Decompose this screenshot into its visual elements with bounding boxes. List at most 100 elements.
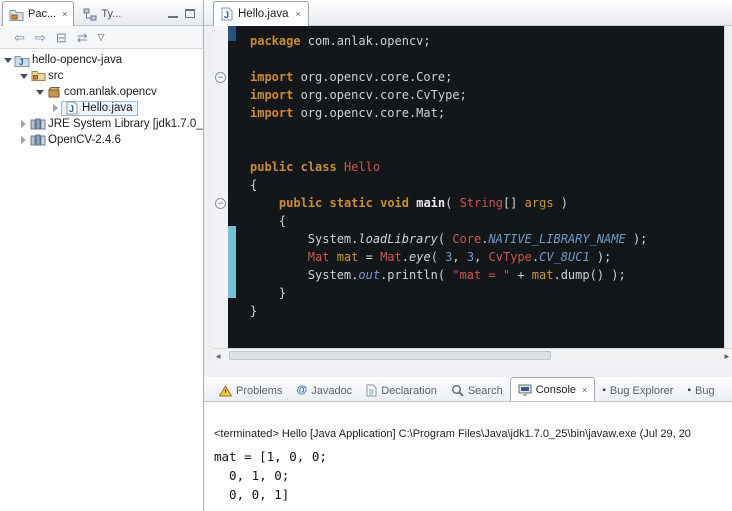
tab-label: Bug bbox=[695, 385, 715, 397]
tree-item-label: hello-opencv-java bbox=[31, 54, 122, 66]
declaration-icon bbox=[366, 384, 377, 397]
project-tree[interactable]: J hello-opencv-java src bbox=[0, 49, 203, 511]
expander-collapsed-icon[interactable] bbox=[18, 120, 29, 128]
tab-javadoc[interactable]: @ Javadoc bbox=[289, 380, 359, 401]
tree-item-package[interactable]: com.anlak.opencv bbox=[0, 84, 203, 100]
link-with-editor-button[interactable]: ⇄ bbox=[77, 31, 88, 44]
editor-horizontal-scrollbar[interactable]: ◂ ▸ bbox=[213, 348, 732, 362]
tree-item-label: Hello.java bbox=[81, 102, 133, 114]
code-line: System.out.println( "mat = " + mat.dump(… bbox=[250, 266, 724, 284]
tab-type-hierarchy[interactable]: Ty... bbox=[76, 2, 128, 25]
package-explorer-panel: Pac... × Ty... ⇦ ⇨ ⊟ ⇄ ▽ bbox=[0, 0, 204, 511]
code-line: public class Hello bbox=[250, 158, 724, 176]
tab-label: Javadoc bbox=[311, 385, 352, 397]
code-line: System.loadLibrary( Core.NATIVE_LIBRARY_… bbox=[250, 230, 724, 248]
fold-collapse-icon[interactable]: − bbox=[215, 198, 226, 209]
tree-item-label: JRE System Library [jdk1.7.0_25] bbox=[47, 118, 203, 130]
scrollbar-thumb[interactable] bbox=[229, 351, 551, 360]
editor-tabbar: J Hello.java × bbox=[204, 0, 732, 26]
tab-package-explorer[interactable]: Pac... × bbox=[2, 1, 74, 26]
editor-annotation-ruler[interactable]: −− bbox=[213, 26, 228, 348]
tab-bug-explorer[interactable]: ▪ Bug Explorer bbox=[595, 380, 680, 401]
expander-expanded-icon[interactable] bbox=[2, 58, 13, 63]
console-output-line: mat = [1, 0, 0; bbox=[214, 447, 732, 466]
console-view[interactable]: <terminated> Hello [Java Application] C:… bbox=[204, 402, 732, 511]
tree-item-src[interactable]: src bbox=[0, 68, 203, 84]
tab-label: Search bbox=[468, 385, 503, 397]
java-project-icon: J bbox=[13, 54, 31, 67]
overview-ruler[interactable] bbox=[724, 26, 732, 348]
range-indicator-method bbox=[228, 226, 236, 298]
tab-bug[interactable]: ▪ Bug bbox=[680, 380, 721, 401]
package-icon bbox=[45, 86, 63, 98]
selected-item-box[interactable]: J Hello.java bbox=[61, 101, 138, 116]
tree-item-hello-java[interactable]: J Hello.java bbox=[0, 100, 203, 116]
tab-label: Pac... bbox=[28, 8, 56, 20]
svg-text:J: J bbox=[19, 58, 23, 67]
type-hierarchy-icon bbox=[83, 8, 97, 21]
view-menu-button[interactable]: ▽ bbox=[98, 33, 105, 42]
bug-icon: ▪ bbox=[602, 386, 606, 396]
editor-region: J Hello.java × −− package com.anlak.open… bbox=[204, 0, 732, 511]
tab-search[interactable]: Search bbox=[444, 380, 510, 401]
code-area[interactable]: package com.anlak.opencv; import org.open… bbox=[236, 26, 724, 348]
code-line bbox=[250, 50, 724, 68]
code-line: { bbox=[250, 176, 724, 194]
expander-expanded-icon[interactable] bbox=[34, 90, 45, 95]
tab-label: Problems bbox=[236, 385, 282, 397]
bottom-view-tabbar: Problems @ Javadoc Declaration bbox=[204, 377, 732, 402]
tree-item-label: OpenCV-2.4.6 bbox=[47, 134, 121, 146]
close-icon[interactable]: × bbox=[296, 9, 301, 19]
code-line bbox=[250, 122, 724, 140]
search-icon bbox=[451, 384, 464, 397]
range-indicator-top bbox=[228, 26, 236, 41]
forward-button[interactable]: ⇨ bbox=[35, 31, 46, 44]
bug-icon: ▪ bbox=[687, 386, 691, 396]
expander-collapsed-icon[interactable] bbox=[50, 104, 61, 112]
code-line bbox=[250, 140, 724, 158]
bottom-views-panel: Problems @ Javadoc Declaration bbox=[204, 377, 732, 511]
back-button[interactable]: ⇦ bbox=[14, 31, 25, 44]
code-line: } bbox=[250, 302, 724, 320]
maximize-button[interactable] bbox=[185, 9, 195, 18]
library-icon bbox=[29, 118, 47, 130]
fold-collapse-icon[interactable]: − bbox=[215, 72, 226, 83]
svg-text:J: J bbox=[224, 10, 229, 20]
code-line: Mat mat = Mat.eye( 3, 3, CvType.CV_8UC1 … bbox=[250, 248, 724, 266]
scroll-left-icon[interactable]: ◂ bbox=[216, 350, 221, 362]
close-icon[interactable]: × bbox=[62, 9, 67, 19]
tree-item-opencv-library[interactable]: OpenCV-2.4.6 bbox=[0, 132, 203, 148]
editor-tab-hello-java[interactable]: J Hello.java × bbox=[213, 1, 309, 26]
expander-expanded-icon[interactable] bbox=[18, 74, 29, 79]
code-line: public static void main( String[] args ) bbox=[250, 194, 724, 212]
code-line: import org.opencv.core.Mat; bbox=[250, 104, 724, 122]
code-line: package com.anlak.opencv; bbox=[250, 32, 724, 50]
left-view-tabbar: Pac... × Ty... bbox=[0, 0, 203, 26]
tab-declaration[interactable]: Declaration bbox=[359, 380, 444, 401]
editor-range-indicator-column bbox=[228, 26, 236, 348]
editor-tab-label: Hello.java bbox=[238, 8, 289, 20]
library-icon bbox=[29, 134, 47, 146]
tab-problems[interactable]: Problems bbox=[212, 380, 289, 401]
java-file-icon: J bbox=[63, 101, 81, 115]
code-line: } bbox=[250, 284, 724, 302]
close-icon[interactable]: × bbox=[582, 385, 587, 395]
console-output-line: 0, 0, 1] bbox=[214, 485, 732, 504]
package-explorer-icon bbox=[9, 8, 24, 21]
tab-label: Declaration bbox=[381, 385, 437, 397]
tree-item-label: src bbox=[47, 70, 63, 82]
expander-collapsed-icon[interactable] bbox=[18, 136, 29, 144]
collapse-all-button[interactable]: ⊟ bbox=[56, 31, 67, 44]
java-editor: −− package com.anlak.opencv;import org.o… bbox=[213, 26, 732, 362]
minimize-button[interactable] bbox=[168, 9, 178, 18]
tree-item-jre-library[interactable]: JRE System Library [jdk1.7.0_25] bbox=[0, 116, 203, 132]
scroll-right-icon[interactable]: ▸ bbox=[724, 350, 729, 362]
code-line: import org.opencv.core.Core; bbox=[250, 68, 724, 86]
tab-console[interactable]: Console × bbox=[510, 377, 596, 402]
tree-item-project[interactable]: J hello-opencv-java bbox=[0, 52, 203, 68]
console-status-line: <terminated> Hello [Java Application] C:… bbox=[214, 428, 732, 440]
tab-label: Console bbox=[536, 384, 576, 396]
package-explorer-toolbar: ⇦ ⇨ ⊟ ⇄ ▽ bbox=[0, 26, 203, 49]
svg-text:J: J bbox=[69, 104, 74, 114]
tab-label: Ty... bbox=[101, 8, 121, 20]
